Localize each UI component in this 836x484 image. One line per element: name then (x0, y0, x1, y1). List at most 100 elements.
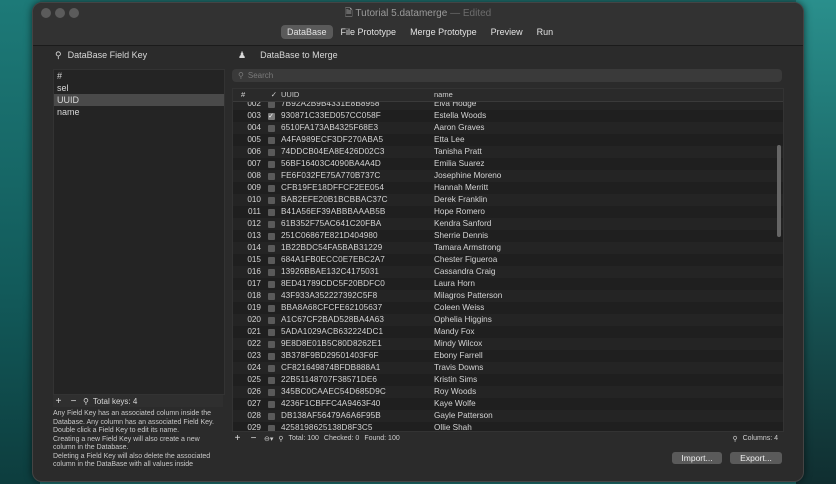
name-cell: Cassandra Craig (434, 267, 496, 276)
row-checkbox[interactable] (267, 424, 275, 431)
field-key-item-selected[interactable]: UUID (54, 94, 224, 106)
table-row[interactable]: 029 4258198625138D8F3C5 Ollie Shah (233, 422, 783, 431)
table-row[interactable]: 019 BBA8A68CFCFE62105637 Coleen Weiss (233, 302, 783, 314)
add-row-button[interactable]: + (232, 433, 243, 444)
row-checkbox[interactable] (267, 172, 275, 180)
table-row[interactable]: 007 56BF16403C4090BA4A4D Emilia Suarez (233, 158, 783, 170)
table-row[interactable]: 014 1B22BDC54FA5BAB31229 Tamara Armstrong (233, 242, 783, 254)
table-row[interactable]: 022 9E8D8E01B5C80D8262E1 Mindy Wilcox (233, 338, 783, 350)
help-line: Creating a new Field Key will also creat… (53, 435, 200, 443)
database-table[interactable]: # ✓ UUID name 002 7B92A2B9B4331E8B8958 Elv… (232, 88, 784, 432)
table-row[interactable]: 017 8ED41789CDC5F20BDFC0 Laura Horn (233, 278, 783, 290)
row-checkbox[interactable] (267, 388, 275, 396)
remove-row-button[interactable]: − (248, 433, 259, 444)
uuid-cell: BBA8A68CFCFE62105637 (281, 303, 383, 312)
row-checkbox[interactable] (267, 292, 275, 300)
table-row[interactable]: 006 74DDCB04EA8E426D02C3 Tanisha Pratt (233, 146, 783, 158)
row-checkbox[interactable] (267, 412, 275, 420)
field-key-item[interactable]: # (54, 70, 224, 82)
name-cell: Josephine Moreno (434, 171, 502, 180)
titlebar: 🗎 Tutorial 5.datamerge — Edited (33, 3, 803, 23)
tab-file-prototype[interactable]: File Prototype (335, 25, 403, 39)
tab-run[interactable]: Run (531, 25, 560, 39)
name-cell: Gayle Patterson (434, 411, 493, 420)
field-key-header: ⚲ DataBase Field Key (47, 47, 227, 63)
row-checkbox[interactable] (267, 160, 275, 168)
column-header-uuid[interactable]: UUID (277, 89, 434, 101)
row-checkbox[interactable] (267, 304, 275, 312)
field-key-list[interactable]: # sel UUID name (53, 69, 225, 395)
table-row[interactable]: 011 B41A56EF39ABBBAAAB5B Hope Romero (233, 206, 783, 218)
table-row[interactable]: 027 4236F1CBFFC4A9463F40 Kaye Wolfe (233, 398, 783, 410)
table-row[interactable]: 018 43F933A352227392C5F8 Milagros Patterso… (233, 290, 783, 302)
field-key-item[interactable]: sel (54, 82, 224, 94)
table-row[interactable]: 012 61B352F75AC641C20FBA Kendra Sanford (233, 218, 783, 230)
table-row[interactable]: 005 A4FA989ECF3DF270ABA5 Etta Lee (233, 134, 783, 146)
found-count: Found: 100 (364, 435, 400, 442)
row-checkbox[interactable] (267, 280, 275, 288)
row-checkbox[interactable]: ✓ (267, 112, 275, 120)
table-row[interactable]: 024 CF821649874BFDB888A1 Travis Downs (233, 362, 783, 374)
row-checkbox[interactable] (267, 136, 275, 144)
name-cell: Mandy Fox (434, 327, 475, 336)
import-button[interactable]: Import... (672, 452, 722, 464)
row-checkbox-cell (265, 338, 277, 350)
table-row[interactable]: 013 251C06867E821D404980 Sherrie Dennis (233, 230, 783, 242)
row-checkbox[interactable] (267, 220, 275, 228)
row-checkbox[interactable] (267, 352, 275, 360)
row-checkbox[interactable] (267, 268, 275, 276)
row-checkbox[interactable] (267, 244, 275, 252)
row-checkbox[interactable] (267, 184, 275, 192)
row-checkbox[interactable] (267, 196, 275, 204)
vertical-scrollbar[interactable] (777, 145, 781, 237)
table-row[interactable]: 002 7B92A2B9B4331E8B8958 Elva Hodge (233, 102, 783, 110)
search-field[interactable]: ⚲ Search (232, 69, 782, 82)
row-checkbox-cell (265, 134, 277, 146)
row-checkbox[interactable] (267, 364, 275, 372)
row-checkbox[interactable] (267, 232, 275, 240)
row-checkbox[interactable] (267, 376, 275, 384)
row-checkbox-cell (265, 362, 277, 374)
help-line: column in the DataBase with all values i… (53, 461, 194, 468)
row-checkbox[interactable] (267, 400, 275, 408)
table-row[interactable]: 023 3B378F9BD29501403F6F Ebony Farrell (233, 350, 783, 362)
table-row[interactable]: 004 6510FA173AB4325F68E3 Aaron Graves (233, 122, 783, 134)
row-checkbox[interactable] (267, 340, 275, 348)
table-row[interactable]: 025 22B51148707F38571DE6 Kristin Sims (233, 374, 783, 386)
table-row[interactable]: 028 DB138AF56479A6A6F95B Gayle Patterson (233, 410, 783, 422)
table-row[interactable]: 016 13926BBAE132C4175031 Cassandra Craig (233, 266, 783, 278)
tab-merge-prototype[interactable]: Merge Prototype (404, 25, 483, 39)
uuid-cell: CF821649874BFDB888A1 (281, 363, 381, 372)
table-row[interactable]: 003 ✓ 930871C33ED057CC058F Estella Woods (233, 110, 783, 122)
row-checkbox[interactable] (267, 316, 275, 324)
row-checkbox-cell (265, 314, 277, 326)
column-header-check[interactable]: ✓ (253, 89, 277, 101)
tab-preview[interactable]: Preview (485, 25, 529, 39)
field-key-item[interactable]: name (54, 106, 224, 118)
row-checkbox[interactable] (267, 256, 275, 264)
column-header-number[interactable]: # (233, 89, 253, 101)
row-checkbox[interactable] (267, 148, 275, 156)
row-checkbox[interactable] (267, 124, 275, 132)
uuid-cell: 4236F1CBFFC4A9463F40 (281, 399, 381, 408)
add-field-key-button[interactable]: + (53, 396, 64, 407)
table-row[interactable]: 015 684A1FB0ECC0E7EBC2A7 Chester Figueroa (233, 254, 783, 266)
table-row[interactable]: 010 BAB2EFE20B1BCBBAC37C Derek Franklin (233, 194, 783, 206)
export-button[interactable]: Export... (730, 452, 782, 464)
tab-database[interactable]: DataBase (281, 25, 333, 39)
table-row[interactable]: 026 345BC0CAAEC54D685D9C Roy Woods (233, 386, 783, 398)
table-row[interactable]: 008 FE6F032FE75A770B737C Josephine Moreno (233, 170, 783, 182)
uuid-cell: 3B378F9BD29501403F6F (281, 351, 379, 360)
remove-field-key-button[interactable]: − (68, 396, 79, 407)
table-row[interactable]: 020 A1C67CF2BAD528BA4A63 Ophelia Higgins (233, 314, 783, 326)
row-checkbox[interactable] (267, 102, 275, 108)
options-menu-icon[interactable]: ⊖▾ (264, 435, 273, 443)
column-header-name[interactable]: name (434, 89, 544, 101)
row-checkbox-cell (265, 278, 277, 290)
row-checkbox[interactable] (267, 208, 275, 216)
row-checkbox[interactable] (267, 328, 275, 336)
table-row[interactable]: 009 CFB19FE18DFFCF2EE054 Hannah Merritt (233, 182, 783, 194)
table-row[interactable]: 021 5ADA1029ACB632224DC1 Mandy Fox (233, 326, 783, 338)
filter-icon[interactable]: ⚲ (278, 435, 283, 443)
uuid-cell: 9E8D8E01B5C80D8262E1 (281, 339, 382, 348)
